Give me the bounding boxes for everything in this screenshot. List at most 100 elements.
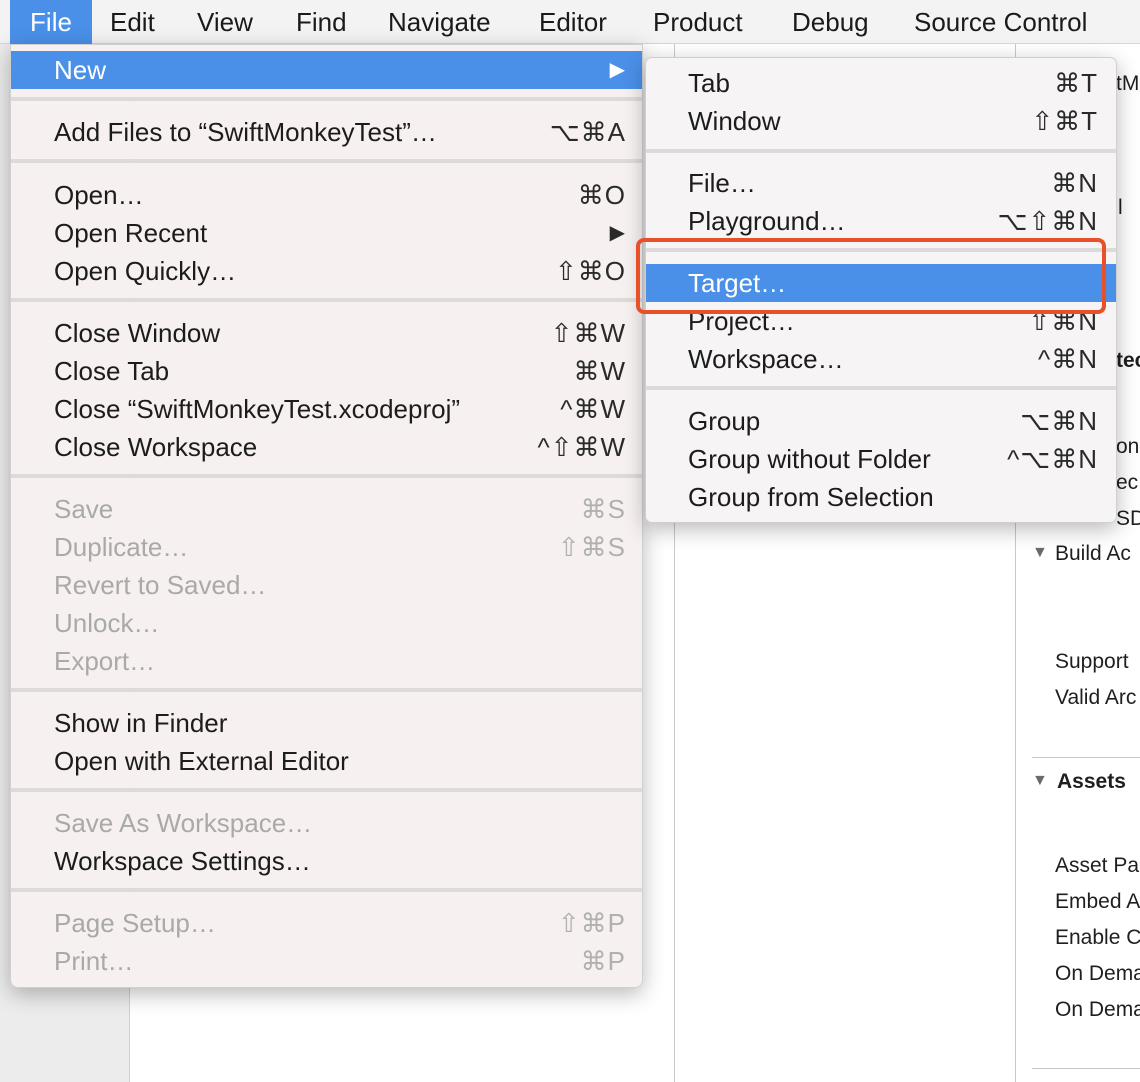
menu-item-close-window[interactable]: Close Window ⇧⌘W [11, 314, 642, 352]
valid-arch-label: Valid Arc [1055, 686, 1137, 709]
menu-item-new-window[interactable]: Window ⇧⌘T [646, 102, 1116, 140]
menu-item-label: Close “SwiftMonkeyTest.xcodeproj” [54, 394, 461, 424]
menu-item-label: Open… [54, 180, 144, 210]
menu-item-label: File… [688, 168, 756, 198]
menu-item-new-group[interactable]: Group ⌥⌘N [646, 402, 1116, 440]
menu-item-open-recent[interactable]: Open Recent ▶ [11, 214, 642, 252]
menu-item-new-workspace[interactable]: Workspace… ^⌘N [646, 340, 1116, 378]
submenu-arrow-icon: ▶ [609, 59, 626, 81]
menu-item-open[interactable]: Open… ⌘O [11, 176, 642, 214]
menu-separator [11, 788, 642, 792]
menu-item-label: Save As Workspace… [54, 808, 313, 838]
menu-item-save[interactable]: Save ⌘S [11, 490, 642, 528]
supported-platforms-label: Support [1055, 650, 1129, 673]
menu-item-duplicate[interactable]: Duplicate… ⇧⌘S [11, 528, 642, 566]
menu-item-label: Close Tab [54, 356, 170, 386]
menu-item-new-file[interactable]: File… ⌘N [646, 164, 1116, 202]
menu-debug[interactable]: Debug [792, 0, 869, 44]
inspector-fragment: on [1116, 435, 1140, 458]
divider [1032, 1068, 1140, 1069]
disclosure-triangle-icon[interactable]: ▼ [1032, 772, 1048, 790]
menu-item-label: New [54, 55, 107, 85]
file-menu: New ▶ Add Files to “SwiftMonkeyTest”… ⌥⌘… [10, 44, 643, 988]
shortcut-label: ⇧⌘T [1031, 106, 1098, 136]
menu-item-label: Close Window [54, 318, 221, 348]
menu-item-new-tab[interactable]: Tab ⌘T [646, 64, 1116, 102]
menu-separator [11, 474, 642, 478]
menu-item-label: Tab [688, 68, 730, 98]
menu-item-close-workspace[interactable]: Close Workspace ^⇧⌘W [11, 428, 642, 466]
menu-item-label: Workspace… [688, 344, 844, 374]
menu-editor[interactable]: Editor [539, 0, 607, 44]
menu-item-label: Open Recent [54, 218, 208, 248]
menu-source-control[interactable]: Source Control [914, 0, 1087, 44]
menu-item-label: Print… [54, 946, 134, 976]
shortcut-label: ⌘P [580, 946, 626, 976]
inspector-fragment: ec [1116, 471, 1139, 494]
asset-pack-label: Asset Pa [1055, 854, 1140, 877]
menu-item-label: Revert to Saved… [54, 570, 267, 600]
menu-separator [646, 149, 1116, 153]
menu-item-label: Page Setup… [54, 908, 216, 938]
shortcut-label: ⌘T [1054, 68, 1098, 98]
menu-item-label: Duplicate… [54, 532, 189, 562]
menu-item-new-group-without-folder[interactable]: Group without Folder ^⌥⌘N [646, 440, 1116, 478]
menu-navigate[interactable]: Navigate [388, 0, 491, 44]
menu-edit[interactable]: Edit [110, 0, 155, 44]
menu-item-open-external-editor[interactable]: Open with External Editor [11, 742, 642, 780]
menu-item-label: Group [688, 406, 761, 436]
menu-item-show-in-finder[interactable]: Show in Finder [11, 704, 642, 742]
shortcut-label: ⇧⌘O [554, 256, 626, 286]
on-demand-label: On Dema [1055, 962, 1140, 985]
menu-item-revert[interactable]: Revert to Saved… [11, 566, 642, 604]
menu-separator [11, 298, 642, 302]
inspector-fragment: l [1118, 196, 1123, 219]
menu-item-export[interactable]: Export… [11, 642, 642, 680]
menu-item-label: Open Quickly… [54, 256, 237, 286]
menu-find[interactable]: Find [296, 0, 347, 44]
menu-view[interactable]: View [197, 0, 253, 44]
enable-label: Enable C [1055, 926, 1140, 949]
menu-bar: File Edit View Find Navigate Editor Prod… [0, 0, 1140, 44]
menu-separator [11, 159, 642, 163]
inspector-fragment: SD [1116, 507, 1140, 530]
menu-separator [11, 688, 642, 692]
menu-item-print[interactable]: Print… ⌘P [11, 942, 642, 980]
menu-item-page-setup[interactable]: Page Setup… ⇧⌘P [11, 904, 642, 942]
shortcut-label: ⌘O [577, 180, 626, 210]
menu-item-new-playground[interactable]: Playground… ⌥⇧⌘N [646, 202, 1116, 240]
menu-item-new-group-from-selection[interactable]: Group from Selection [646, 478, 1116, 516]
shortcut-label: ⇧⌘S [557, 532, 626, 562]
shortcut-label: ⇧⌘W [550, 318, 626, 348]
shortcut-label: ⌘S [580, 494, 626, 524]
menu-item-unlock[interactable]: Unlock… [11, 604, 642, 642]
menu-separator [11, 97, 642, 101]
shortcut-label: ^⌥⌘N [1007, 444, 1098, 474]
shortcut-label: ^⇧⌘W [537, 432, 626, 462]
assets-section-header: Assets [1057, 770, 1126, 793]
menu-product[interactable]: Product [653, 0, 743, 44]
menu-item-label: Group without Folder [688, 444, 931, 474]
menu-file[interactable]: File [10, 0, 92, 44]
shortcut-label: ⌥⇧⌘N [997, 206, 1098, 236]
menu-item-close-tab[interactable]: Close Tab ⌘W [11, 352, 642, 390]
highlight-annotation-box [636, 238, 1106, 314]
menu-item-label: Export… [54, 646, 156, 676]
menu-item-close-project[interactable]: Close “SwiftMonkeyTest.xcodeproj” ^⌘W [11, 390, 642, 428]
disclosure-triangle-icon[interactable]: ▼ [1032, 544, 1048, 562]
menu-item-new[interactable]: New ▶ [11, 51, 642, 89]
menu-item-label: Show in Finder [54, 708, 228, 738]
menu-item-save-as-workspace[interactable]: Save As Workspace… [11, 804, 642, 842]
menu-item-label: Group from Selection [688, 482, 934, 512]
shortcut-label: ^⌘N [1038, 344, 1098, 374]
menu-item-add-files[interactable]: Add Files to “SwiftMonkeyTest”… ⌥⌘A [11, 113, 642, 151]
menu-item-label: Close Workspace [54, 432, 258, 462]
shortcut-label: ⇧⌘P [557, 908, 626, 938]
menu-separator [646, 386, 1116, 390]
shortcut-label: ^⌘W [560, 394, 626, 424]
embed-label: Embed A [1055, 890, 1140, 913]
inspector-fragment: tec [1116, 349, 1140, 372]
menu-item-workspace-settings[interactable]: Workspace Settings… [11, 842, 642, 880]
menu-item-open-quickly[interactable]: Open Quickly… ⇧⌘O [11, 252, 642, 290]
divider [1032, 757, 1140, 758]
